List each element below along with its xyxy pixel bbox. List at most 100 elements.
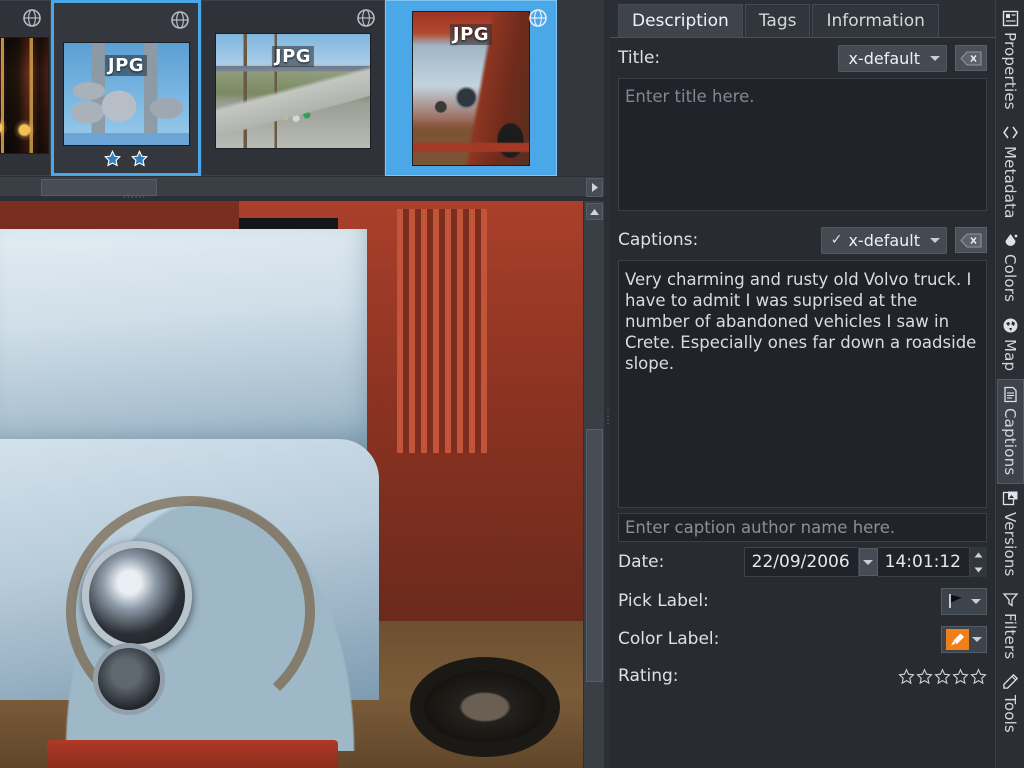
sidebar-item-properties[interactable]: Properties xyxy=(997,4,1024,118)
tab-label: Information xyxy=(826,11,924,31)
filters-icon xyxy=(1002,591,1019,608)
sidebar-label: Map xyxy=(1001,339,1019,371)
spinner-up-icon xyxy=(974,552,983,558)
thumbnail-filmstrip[interactable]: JPG xyxy=(0,0,604,176)
captions-language-combo[interactable]: ✓ x-default xyxy=(821,227,947,254)
check-icon: ✓ xyxy=(831,232,843,248)
sidebar-item-tools[interactable]: Tools xyxy=(997,667,1024,741)
versions-icon xyxy=(1002,490,1019,507)
pick-label-label: Pick Label: xyxy=(618,591,941,611)
color-swatch-icon xyxy=(946,629,969,650)
format-badge: JPG xyxy=(450,24,492,45)
star-icon xyxy=(104,150,121,167)
globe-icon xyxy=(528,8,548,28)
sidebar-label: Tools xyxy=(1001,695,1019,733)
chevron-down-icon xyxy=(863,560,873,565)
tab-bar: Description Tags Information xyxy=(610,0,995,38)
chevron-down-icon xyxy=(972,637,982,642)
chevron-down-icon xyxy=(971,599,981,604)
filmstrip-horizontal-scrollbar[interactable] xyxy=(0,176,604,197)
thumbnail-item[interactable]: JPG xyxy=(51,0,201,176)
application-window: JPG xyxy=(0,0,1024,768)
spinner-down-icon xyxy=(974,567,983,573)
date-dropdown-button[interactable] xyxy=(859,548,878,576)
captions-delete-button[interactable] xyxy=(955,227,987,253)
caption-author-input[interactable]: Enter caption author name here. xyxy=(618,513,987,542)
thumbnail-item[interactable] xyxy=(0,0,51,176)
rating-row: Rating: xyxy=(618,658,987,694)
star-outline-icon[interactable] xyxy=(934,668,951,685)
date-field[interactable]: 22/09/2006 xyxy=(744,547,859,577)
star-outline-icon[interactable] xyxy=(952,668,969,685)
colors-icon xyxy=(1002,232,1019,249)
globe-icon xyxy=(22,8,42,28)
captions-input[interactable]: Very charming and rusty old Volvo truck.… xyxy=(618,260,987,508)
title-delete-button[interactable] xyxy=(955,45,987,71)
star-icon xyxy=(131,150,148,167)
pick-label-row: Pick Label: xyxy=(618,582,987,620)
pick-label-button[interactable] xyxy=(941,588,987,615)
image-preview[interactable] xyxy=(0,201,583,768)
captions-label: Captions: xyxy=(618,230,821,250)
spinner-down-button[interactable] xyxy=(970,562,987,577)
sidebar-label: Properties xyxy=(1001,32,1019,110)
arrow-right-icon xyxy=(590,182,599,193)
time-field[interactable]: 14:01:12 xyxy=(878,547,970,577)
title-input[interactable]: Enter title here. xyxy=(618,78,987,211)
sidebar-item-metadata[interactable]: Metadata xyxy=(997,118,1024,227)
sidebar-label: Metadata xyxy=(1001,146,1019,219)
sidebar-item-map[interactable]: Map xyxy=(997,311,1024,379)
description-form: Title: x-default Enter title here. Capti… xyxy=(610,38,995,694)
arrow-up-icon xyxy=(589,208,600,216)
preview-photo xyxy=(0,201,583,768)
tools-pencil-icon xyxy=(1002,673,1019,690)
scrollbar-thumb[interactable] xyxy=(586,429,603,682)
tag-delete-icon xyxy=(960,51,982,66)
format-badge: JPG xyxy=(105,55,147,76)
date-row: Date: 22/09/2006 14:01:12 xyxy=(618,542,987,582)
star-outline-icon[interactable] xyxy=(898,668,915,685)
globe-icon xyxy=(170,10,190,30)
left-column: JPG xyxy=(0,0,604,768)
time-spinner[interactable] xyxy=(970,547,987,577)
sidebar-item-versions[interactable]: Versions xyxy=(997,484,1024,585)
captions-row: Captions: ✓ x-default xyxy=(618,220,987,260)
tab-information[interactable]: Information xyxy=(812,4,938,37)
time-value: 14:01:12 xyxy=(885,552,969,572)
color-label-row: Color Label: xyxy=(618,620,987,658)
sidebar-item-filters[interactable]: Filters xyxy=(997,585,1024,667)
sidebar-tab-rail: Properties Metadata Colors Map xyxy=(995,0,1024,768)
sidebar-label: Captions xyxy=(1001,408,1019,475)
rating-control[interactable] xyxy=(898,668,987,685)
spinner-up-button[interactable] xyxy=(970,547,987,562)
sidebar-item-captions[interactable]: Captions xyxy=(997,379,1024,484)
title-label: Title: xyxy=(618,48,838,68)
color-label-label: Color Label: xyxy=(618,629,941,649)
chevron-down-icon xyxy=(930,238,940,243)
sidebar-label: Versions xyxy=(1001,512,1019,577)
sidebar-item-colors[interactable]: Colors xyxy=(997,226,1024,310)
thumbnail-item[interactable]: JPG xyxy=(201,0,385,176)
date-label: Date: xyxy=(618,552,744,572)
thumbnail-rating[interactable] xyxy=(54,150,198,167)
tab-label: Description xyxy=(632,11,729,31)
star-outline-icon[interactable] xyxy=(970,668,987,685)
tab-description[interactable]: Description xyxy=(618,4,743,37)
flag-icon xyxy=(948,593,968,609)
title-row: Title: x-default xyxy=(618,38,987,78)
rating-label: Rating: xyxy=(618,666,898,686)
metadata-icon xyxy=(1002,124,1019,141)
globe-icon xyxy=(356,8,376,28)
title-language-value: x-default xyxy=(848,49,920,68)
star-outline-icon[interactable] xyxy=(916,668,933,685)
scroll-right-button[interactable] xyxy=(586,178,603,197)
title-language-combo[interactable]: x-default xyxy=(838,45,947,72)
sidebar-label: Filters xyxy=(1001,613,1019,659)
scroll-up-button[interactable] xyxy=(586,203,603,220)
tab-tags[interactable]: Tags xyxy=(745,4,811,37)
thumbnail-item[interactable]: JPG xyxy=(385,0,557,176)
map-globe-icon xyxy=(1002,317,1019,334)
sidebar-label: Colors xyxy=(1001,254,1019,302)
color-label-button[interactable] xyxy=(941,626,987,653)
preview-vertical-scrollbar[interactable] xyxy=(583,201,604,768)
